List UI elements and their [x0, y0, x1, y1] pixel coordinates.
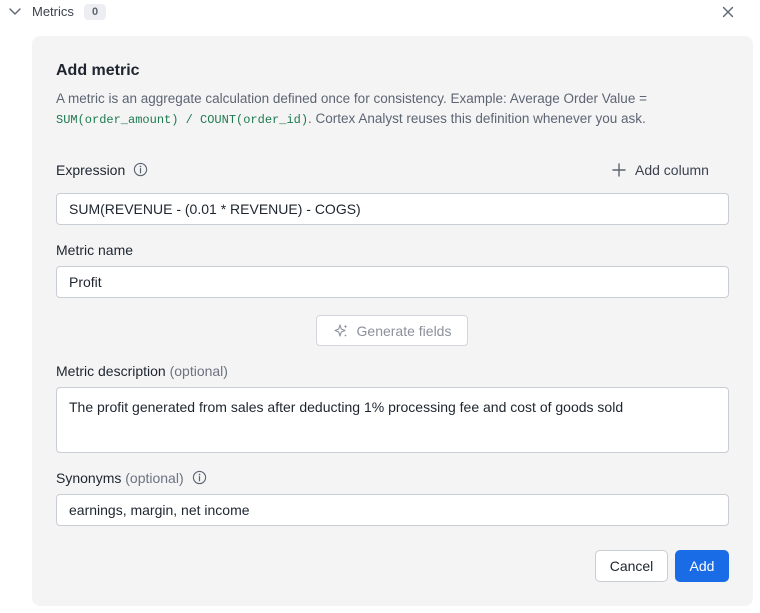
add-button[interactable]: Add	[675, 550, 729, 582]
optional-tag: (optional)	[169, 363, 228, 379]
plus-icon	[612, 163, 626, 177]
synonyms-input[interactable]	[56, 494, 729, 526]
expression-label-text: Expression	[56, 162, 126, 178]
description-code: SUM(order_amount) / COUNT(order_id)	[56, 113, 309, 127]
add-column-label: Add column	[635, 162, 709, 178]
metric-description-label-text: Metric description	[56, 363, 166, 379]
dialog-title: Add metric	[56, 62, 140, 79]
info-icon[interactable]	[192, 470, 207, 485]
description-text-end: . Cortex Analyst reuses this definition …	[308, 111, 646, 126]
chevron-down-icon[interactable]	[8, 6, 22, 18]
expression-input[interactable]	[56, 193, 729, 225]
metric-description-textarea[interactable]: The profit generated from sales after de…	[56, 387, 729, 453]
count-badge: 0	[84, 4, 106, 20]
sparkle-icon	[333, 323, 348, 337]
dialog-description: A metric is an aggregate calculation def…	[56, 89, 726, 130]
generate-fields-label: Generate fields	[356, 322, 452, 339]
add-metric-panel: Add metric A metric is an aggregate calc…	[32, 36, 753, 606]
metric-description-label: Metric description (optional)	[56, 362, 228, 380]
synonyms-label-text: Synonyms	[56, 470, 122, 486]
optional-tag: (optional)	[125, 470, 184, 486]
metric-name-input[interactable]	[56, 266, 729, 298]
section-title: Metrics	[32, 4, 74, 19]
generate-fields-button[interactable]: Generate fields	[316, 315, 468, 346]
metric-name-label: Metric name	[56, 242, 134, 258]
expression-label: Expression	[56, 161, 148, 179]
synonyms-label: Synonyms (optional)	[56, 469, 207, 487]
description-text: A metric is an aggregate calculation def…	[56, 91, 647, 106]
metrics-section-header[interactable]: Metrics 0	[0, 0, 760, 24]
cancel-button[interactable]: Cancel	[595, 550, 668, 582]
info-icon[interactable]	[133, 162, 148, 177]
close-icon[interactable]	[720, 4, 736, 20]
add-column-button[interactable]: Add column	[612, 160, 709, 180]
